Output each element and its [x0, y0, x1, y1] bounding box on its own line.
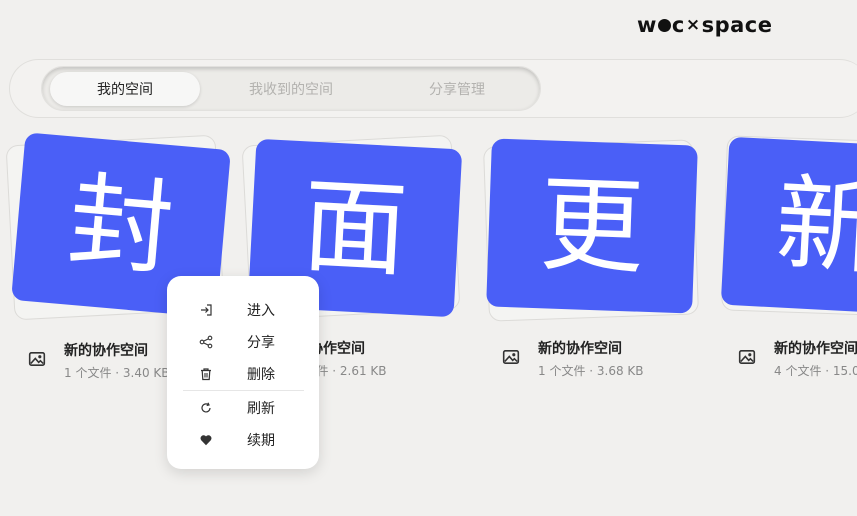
context-menu: 进入 分享 删除 刷新 续期 [167, 276, 319, 469]
image-icon [28, 352, 46, 366]
card-name: 新的协作空间 [538, 341, 622, 357]
logo-w: w [637, 13, 657, 37]
card-meta: 新的协作空间 1 个文件 · 3.68 KB [502, 338, 644, 379]
menu-label-delete: 删除 [247, 367, 275, 383]
card-name: 新的协作空间 [64, 343, 148, 359]
menu-item-renew[interactable]: 续期 [167, 424, 319, 456]
image-icon [738, 350, 756, 364]
trash-icon [199, 367, 213, 381]
logo-c: c [671, 13, 685, 37]
card-meta: 新的协作空间 4 个文件 · 15.01 KB [738, 338, 857, 379]
enter-icon [199, 303, 213, 317]
space-card[interactable]: 新 新的协作空间 4 个文件 · 15.01 KB [720, 135, 857, 385]
card-info: 1 个文件 · 3.68 KB [538, 364, 644, 378]
card-meta: 新的协作空间 1 个文件 · 3.40 KB [28, 340, 170, 381]
menu-label-enter: 进入 [247, 303, 275, 319]
heart-icon [199, 433, 213, 447]
card-cover[interactable]: 更 [486, 138, 698, 314]
cover-char: 面 [299, 164, 411, 292]
tab-my-space[interactable]: 我的空间 [50, 72, 200, 106]
cover-char: 新 [772, 162, 857, 290]
menu-item-enter[interactable]: 进入 [167, 294, 319, 326]
refresh-icon [199, 401, 213, 415]
tab-share-management[interactable]: 分享管理 [382, 72, 532, 106]
cover-char: 封 [63, 159, 179, 291]
card-info: 4 个文件 · 15.01 KB [774, 364, 857, 378]
card-name: 新的协作空间 [774, 341, 857, 357]
logo-dot [657, 18, 671, 32]
share-icon [199, 335, 213, 349]
menu-divider [183, 390, 304, 391]
menu-item-refresh[interactable]: 刷新 [167, 392, 319, 424]
tab-received-space[interactable]: 我收到的空间 [216, 72, 366, 106]
logo-x: × [685, 15, 701, 35]
cover-char: 更 [537, 163, 647, 289]
menu-label-renew: 续期 [247, 433, 275, 449]
image-icon [502, 350, 520, 364]
menu-label-refresh: 刷新 [247, 401, 275, 417]
card-cover[interactable]: 新 [720, 136, 857, 316]
space-card[interactable]: 更 新的协作空间 1 个文件 · 3.68 KB [483, 135, 704, 385]
card-info: 1 个文件 · 3.40 KB [64, 366, 170, 380]
menu-item-delete[interactable]: 删除 [167, 358, 319, 390]
menu-item-share[interactable]: 分享 [167, 326, 319, 358]
logo-space: space [701, 13, 773, 37]
menu-label-share: 分享 [247, 335, 275, 351]
tab-bar: 我的空间 我收到的空间 分享管理 [41, 66, 541, 111]
brand-logo: w c × space [637, 13, 773, 37]
